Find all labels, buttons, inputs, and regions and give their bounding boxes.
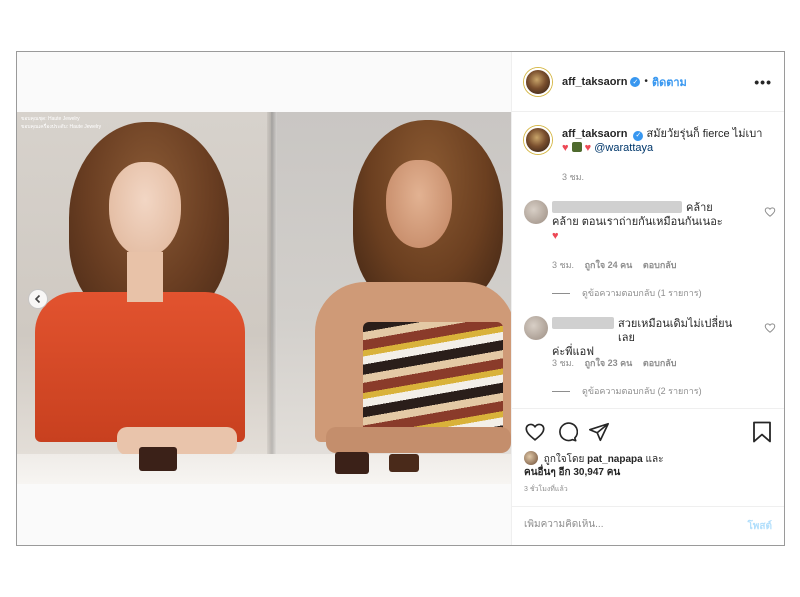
verified-badge-icon: ✓ (633, 131, 644, 141)
post-timestamp: 3 ชั่วโมงที่แล้ว (524, 486, 568, 493)
view-replies-button[interactable]: ดูข้อความตอบกลับ (1 รายการ) (552, 286, 702, 300)
post-media: ขอบคุณชุด: Haute Jewelry ขอบคุณเครื่องปร… (17, 52, 511, 545)
post-modal: ขอบคุณชุด: Haute Jewelry ขอบคุณเครื่องปร… (16, 51, 785, 546)
comment-like-count[interactable]: ถูกใจ 23 คน (585, 358, 633, 368)
caption-text: aff_taksaorn ✓ สมัยวัยรุ่นก็ fierce ไม่เ… (562, 127, 776, 155)
reply-button[interactable]: ตอบกลับ (643, 260, 677, 270)
likes-summary: ถูกใจโดย pat_napapa และ คนอื่นๆ อีก 30,9… (524, 451, 774, 479)
comment-icon[interactable] (556, 421, 578, 443)
action-icons (524, 421, 610, 443)
comment-input[interactable] (524, 519, 724, 530)
comment-meta: 3 ชม. ถูกใจ 24 คน ตอบกลับ (552, 258, 685, 272)
magazine-page-right (271, 112, 511, 484)
magazine-spine (267, 112, 277, 484)
table-surface (17, 454, 511, 484)
magazine-photo: ขอบคุณชุด: Haute Jewelry ขอบคุณเครื่องปร… (17, 112, 511, 484)
comment-item: สวยเหมือนเดิมไม่เปลี่ยนเลย ค่ะพี่แอฟ 3 ช… (524, 316, 776, 396)
verified-badge-icon: ✓ (630, 76, 641, 87)
heart-emoji-icon: ♥ (552, 230, 559, 242)
mention-link[interactable]: @warattaya (594, 142, 653, 154)
comment-text: คล้าย คล้าย ตอนเราถ่ายกันเหมือนกันเนอะ ♥ (552, 202, 723, 242)
heart-emoji-icon: ♥ (584, 142, 592, 154)
monkey-emoji-icon (571, 142, 582, 152)
heart-icon[interactable] (764, 322, 776, 334)
comment-like-count[interactable]: ถูกใจ 24 คน (585, 260, 633, 270)
more-options-icon[interactable]: ••• (754, 74, 772, 90)
avatar[interactable] (524, 126, 552, 154)
add-comment-bar: โพสต์ (512, 506, 784, 545)
previous-photo-button[interactable] (28, 289, 48, 309)
dessert-right (335, 452, 369, 474)
likes-prefix: ถูกใจโดย (543, 454, 585, 465)
separator-dot: • (644, 76, 648, 87)
caption-body: สมัยวัยรุ่นก็ fierce ไม่เบา (646, 128, 763, 140)
chevron-left-icon (34, 294, 41, 304)
post-sidebar: aff_taksaorn ✓ • ติดตาม ••• aff_taksaorn… (511, 52, 784, 545)
view-replies-button[interactable]: ดูข้อความตอบกลับ (2 รายการ) (552, 384, 702, 398)
author-username[interactable]: aff_taksaorn (562, 76, 627, 88)
reply-button[interactable]: ตอบกลับ (643, 358, 677, 368)
comment-timestamp: 3 ชม. (552, 260, 575, 270)
dessert-right-2 (389, 454, 419, 472)
dessert-left (139, 447, 177, 471)
bookmark-icon (753, 421, 771, 443)
magazine-page-left: ขอบคุณชุด: Haute Jewelry ขอบคุณเครื่องปร… (17, 112, 271, 484)
photo-credit: ขอบคุณเครื่องประดับ: Haute Jewelry (21, 124, 102, 130)
post-comment-button[interactable]: โพสต์ (747, 519, 772, 534)
caption-timestamp: 3 ชม. (562, 172, 585, 182)
heart-emoji-icon: ♥ (562, 142, 569, 154)
follow-button[interactable]: ติดตาม (652, 73, 687, 91)
heart-icon[interactable] (764, 206, 776, 218)
likes-and: และ (645, 454, 664, 465)
avatar[interactable] (524, 200, 548, 224)
avatar[interactable] (524, 316, 548, 340)
heart-icon[interactable] (524, 421, 546, 443)
avatar[interactable] (524, 67, 552, 96)
avatar (524, 451, 538, 465)
save-button[interactable] (752, 421, 772, 443)
post-header: aff_taksaorn ✓ • ติดตาม ••• (512, 52, 784, 112)
comment-timestamp: 3 ชม. (552, 358, 575, 368)
caption-username[interactable]: aff_taksaorn (562, 128, 627, 140)
comment-item: คล้าย คล้าย ตอนเราถ่ายกันเหมือนกันเนอะ ♥… (524, 200, 776, 298)
likes-count[interactable]: คนอื่นๆ อีก 30,947 คน (524, 467, 620, 478)
liker-username[interactable]: pat_napapa (587, 454, 643, 465)
post-actions: ถูกใจโดย pat_napapa และ คนอื่นๆ อีก 30,9… (512, 408, 784, 545)
comment-meta: 3 ชม. ถูกใจ 23 คน ตอบกลับ (552, 356, 685, 370)
photo-credit: ขอบคุณชุด: Haute Jewelry (21, 116, 80, 122)
comment-text: สวยเหมือนเดิมไม่เปลี่ยนเลย ค่ะพี่แอฟ (552, 318, 733, 358)
share-icon[interactable] (588, 421, 610, 443)
